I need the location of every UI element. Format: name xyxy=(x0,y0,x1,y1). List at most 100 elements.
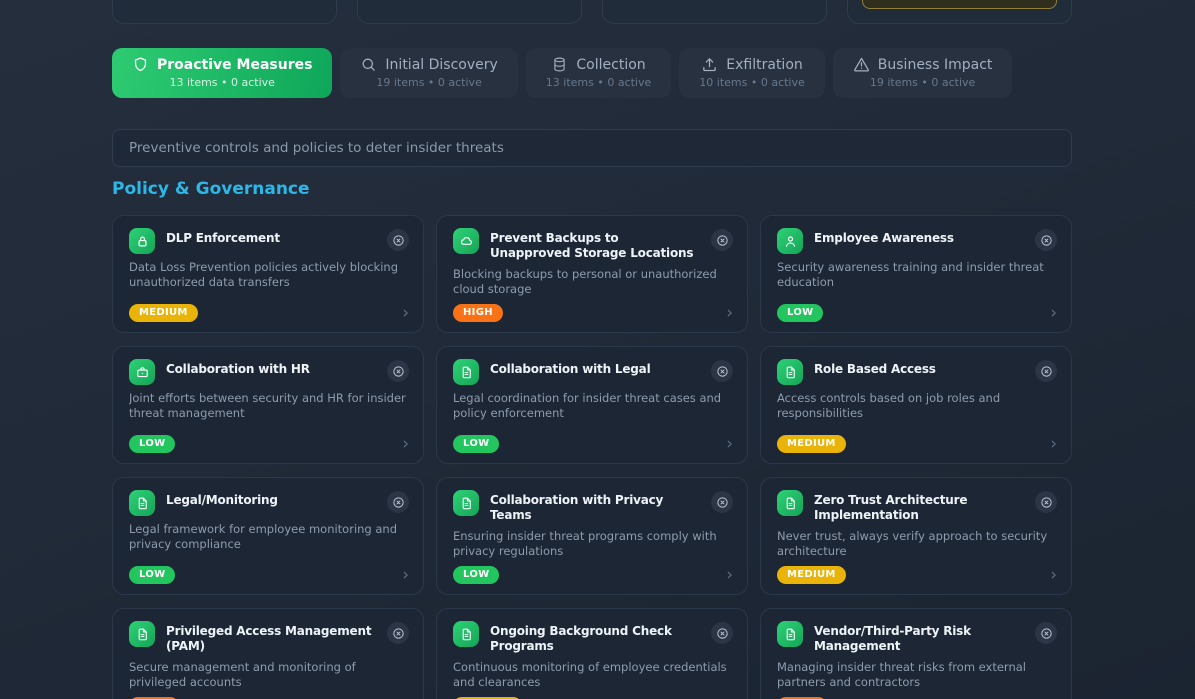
severity-badge: LOW xyxy=(129,566,175,584)
measure-card-collaboration-with-hr[interactable]: Collaboration with HR Joint efforts betw… xyxy=(112,346,424,464)
dismiss-button[interactable] xyxy=(1035,360,1057,382)
measure-description: Secure management and monitoring of priv… xyxy=(129,660,409,689)
summary-cards-row xyxy=(112,0,1072,24)
tab-subtitle: 13 items • 0 active xyxy=(546,76,652,89)
severity-badge: MEDIUM xyxy=(777,566,846,584)
measures-grid: DLP Enforcement Data Loss Prevention pol… xyxy=(112,215,1072,699)
measure-card-legal-monitoring[interactable]: Legal/Monitoring Legal framework for emp… xyxy=(112,477,424,595)
shield-icon xyxy=(132,56,149,73)
chevron-right-icon: › xyxy=(1050,305,1057,322)
tab-label: Business Impact xyxy=(878,57,993,73)
chevron-right-icon: › xyxy=(402,305,409,322)
measure-card-vendor-third-party-risk-management[interactable]: Vendor/Third-Party Risk Management Manag… xyxy=(760,608,1072,699)
tab-label: Proactive Measures xyxy=(157,57,312,73)
tab-initial-discovery[interactable]: Initial Discovery 19 items • 0 active xyxy=(340,48,517,98)
dismiss-button[interactable] xyxy=(711,491,733,513)
dismiss-button[interactable] xyxy=(1035,229,1057,251)
database-icon xyxy=(551,56,568,73)
measure-card-dlp-enforcement[interactable]: DLP Enforcement Data Loss Prevention pol… xyxy=(112,215,424,333)
measure-description: Security awareness training and insider … xyxy=(777,260,1057,289)
cloud-icon xyxy=(453,228,479,254)
measure-title: Vendor/Third-Party Risk Management xyxy=(814,621,1024,654)
measure-description: Managing insider threat risks from exter… xyxy=(777,660,1057,689)
measure-title: Role Based Access xyxy=(814,359,1024,377)
summary-card xyxy=(112,0,337,24)
chevron-right-icon: › xyxy=(1050,436,1057,453)
tab-label: Initial Discovery xyxy=(385,57,497,73)
measure-title: DLP Enforcement xyxy=(166,228,376,246)
measure-card-role-based-access[interactable]: Role Based Access Access controls based … xyxy=(760,346,1072,464)
severity-badge: MEDIUM xyxy=(777,435,846,453)
measure-card-collaboration-with-privacy-teams[interactable]: Collaboration with Privacy Teams Ensurin… xyxy=(436,477,748,595)
chevron-right-icon: › xyxy=(726,567,733,584)
measure-description: Legal framework for employee monitoring … xyxy=(129,522,409,551)
measure-title: Employee Awareness xyxy=(814,228,1024,246)
dismiss-button[interactable] xyxy=(387,360,409,382)
measure-card-ongoing-background-check-programs[interactable]: Ongoing Background Check Programs Contin… xyxy=(436,608,748,699)
upload-icon xyxy=(701,56,718,73)
chevron-right-icon: › xyxy=(402,567,409,584)
severity-badge: HIGH xyxy=(453,304,503,322)
category-description-text: Preventive controls and policies to dete… xyxy=(129,140,504,156)
measure-title: Ongoing Background Check Programs xyxy=(490,621,700,654)
circle-x-icon xyxy=(1040,234,1053,247)
measure-card-employee-awareness[interactable]: Employee Awareness Security awareness tr… xyxy=(760,215,1072,333)
chevron-right-icon: › xyxy=(402,436,409,453)
circle-x-icon xyxy=(716,496,729,509)
dismiss-button[interactable] xyxy=(711,360,733,382)
file-icon xyxy=(453,490,479,516)
measure-description: Access controls based on job roles and r… xyxy=(777,391,1057,420)
circle-x-icon xyxy=(1040,496,1053,509)
tab-subtitle: 10 items • 0 active xyxy=(699,76,805,89)
tab-subtitle: 13 items • 0 active xyxy=(132,76,312,89)
tab-subtitle: 19 items • 0 active xyxy=(360,76,497,89)
measure-title: Collaboration with Legal xyxy=(490,359,700,377)
section-title: Policy & Governance xyxy=(112,179,310,199)
circle-x-icon xyxy=(1040,365,1053,378)
file-icon xyxy=(453,359,479,385)
measure-description: Data Loss Prevention policies actively b… xyxy=(129,260,409,289)
file-icon xyxy=(777,490,803,516)
warning-icon xyxy=(853,56,870,73)
measure-description: Continuous monitoring of employee creden… xyxy=(453,660,733,689)
tab-proactive-measures[interactable]: Proactive Measures 13 items • 0 active xyxy=(112,48,332,98)
file-icon xyxy=(453,621,479,647)
measure-description: Joint efforts between security and HR fo… xyxy=(129,391,409,420)
measure-card-collaboration-with-legal[interactable]: Collaboration with Legal Legal coordinat… xyxy=(436,346,748,464)
measure-title: Legal/Monitoring xyxy=(166,490,376,508)
measure-card-prevent-backups-to-unapproved-storage-locations[interactable]: Prevent Backups to Unapproved Storage Lo… xyxy=(436,215,748,333)
severity-badge: LOW xyxy=(129,435,175,453)
category-tabs: Proactive Measures 13 items • 0 active I… xyxy=(112,48,1012,98)
circle-x-icon xyxy=(716,365,729,378)
circle-x-icon xyxy=(392,234,405,247)
user-icon xyxy=(777,228,803,254)
measure-card-zero-trust-architecture-implementation[interactable]: Zero Trust Architecture Implementation N… xyxy=(760,477,1072,595)
dismiss-button[interactable] xyxy=(1035,622,1057,644)
search-icon xyxy=(360,56,377,73)
tab-collection[interactable]: Collection 13 items • 0 active xyxy=(526,48,672,98)
circle-x-icon xyxy=(392,365,405,378)
category-description: Preventive controls and policies to dete… xyxy=(112,129,1072,167)
measure-description: Never trust, always verify approach to s… xyxy=(777,529,1057,558)
summary-card xyxy=(357,0,582,24)
measure-title: Collaboration with HR xyxy=(166,359,376,377)
lock-icon xyxy=(129,228,155,254)
dismiss-button[interactable] xyxy=(1035,491,1057,513)
dismiss-button[interactable] xyxy=(387,491,409,513)
chevron-right-icon: › xyxy=(1050,567,1057,584)
tab-exfiltration[interactable]: Exfiltration 10 items • 0 active xyxy=(679,48,825,98)
tab-business-impact[interactable]: Business Impact 19 items • 0 active xyxy=(833,48,1013,98)
dismiss-button[interactable] xyxy=(387,622,409,644)
dismiss-button[interactable] xyxy=(387,229,409,251)
file-icon xyxy=(777,359,803,385)
measure-title: Collaboration with Privacy Teams xyxy=(490,490,700,523)
dismiss-button[interactable] xyxy=(711,229,733,251)
chevron-right-icon: › xyxy=(726,436,733,453)
highlighted-action-button[interactable] xyxy=(862,0,1057,9)
measure-card-privileged-access-management-pam[interactable]: Privileged Access Management (PAM) Secur… xyxy=(112,608,424,699)
severity-badge: LOW xyxy=(453,435,499,453)
circle-x-icon xyxy=(1040,627,1053,640)
dismiss-button[interactable] xyxy=(711,622,733,644)
measure-title: Prevent Backups to Unapproved Storage Lo… xyxy=(490,228,700,261)
file-icon xyxy=(129,621,155,647)
